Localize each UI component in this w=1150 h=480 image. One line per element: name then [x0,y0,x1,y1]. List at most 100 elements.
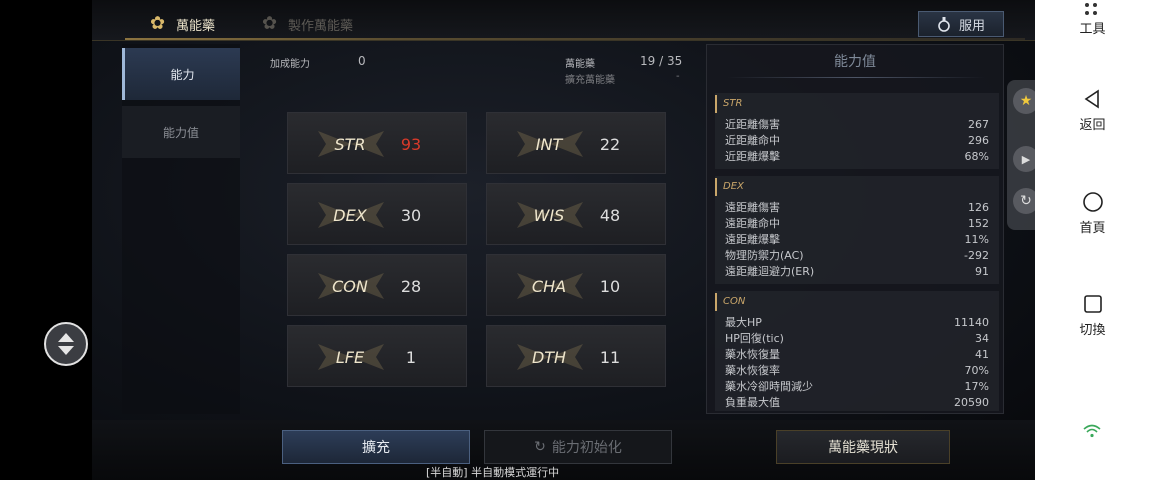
stat-row: 藥水恢復率 70% [715,363,999,379]
floating-scroll-button[interactable] [44,322,88,366]
tab-craft-label: 製作萬能藥 [288,18,354,34]
menu-dots-icon [1084,3,1097,15]
stat-row-value: 152 [968,217,989,230]
stat-name: DTH [531,347,567,367]
section-str: STR 近距離傷害 267 近距離命中 296 近距離爆擊 68% [715,93,999,169]
elixir-status-button[interactable]: 萬能藥現狀 [776,430,950,464]
stat-box-wis[interactable]: WIS 48 [486,183,666,245]
refresh-icon[interactable]: ↻ [1013,188,1035,214]
section-dex: DEX 遠距離傷害 126 遠距離命中 152 遠距離爆擊 11% 物理防禦力(AC)… [715,176,999,284]
left-black-strip [0,0,92,480]
nav-switch[interactable]: 切換 [1035,293,1150,338]
stat-row: 近距離命中 296 [715,133,999,149]
use-button[interactable]: 服用 [918,11,1004,37]
recents-square-icon [1083,295,1102,313]
stat-row-value: 68% [964,150,989,163]
bonus-value: 0 [358,54,366,68]
stat-row-label: 負重最大值 [725,396,780,409]
sidebar-item-label: 能力 [170,67,195,82]
stat-box-lfe[interactable]: LFE 1 [287,325,467,387]
stat-value: 28 [400,276,422,296]
nav-home[interactable]: 首頁 [1035,191,1150,236]
stat-row-label: 遠距離迴避力(ER) [725,265,815,278]
up-down-arrows-icon [58,333,74,355]
tab-elixir-label: 萬能藥 [176,18,216,34]
stat-row-label: 藥水恢復率 [725,364,780,377]
stat-row-value: -292 [964,249,989,262]
use-button-label: 服用 [958,18,985,34]
stat-row-value: 11% [964,233,989,246]
play-icon[interactable]: ▶ [1013,146,1035,172]
stat-name: CHA [531,276,567,296]
stat-row-label: 近距離命中 [725,134,780,147]
stat-box-dex[interactable]: DEX 30 [287,183,467,245]
stat-row-value: 296 [968,134,989,147]
stat-row-value: 17% [964,380,989,393]
stat-value: 22 [599,134,621,154]
wifi-icon [1083,424,1101,438]
elixir-crown-icon: ✿ [150,13,166,34]
stat-row-value: 70% [964,364,989,377]
section-header: CON [715,293,999,311]
stat-row-label: 藥水冷卻時間減少 [725,380,813,393]
stat-row: 遠距離迴避力(ER) 91 [715,264,999,280]
stat-row-label: 遠距離傷害 [725,201,780,214]
stat-row-label: HP回復(tic) [725,332,784,345]
sidebar-item-label: 能力值 [162,125,199,140]
stat-row-value: 11140 [954,316,989,329]
stat-row-label: 物理防禦力(AC) [725,249,804,262]
tab-underline [125,38,1025,40]
top-bar [92,0,1035,41]
stat-name: WIS [533,205,565,225]
sidebar: 能力 能力值 [122,44,240,414]
nav-tools[interactable]: 工具 [1035,0,1150,37]
stat-row: 遠距離爆擊 11% [715,232,999,248]
sidebar-item-ability[interactable]: 能力 [122,48,240,100]
nav-home-label: 首頁 [1079,221,1106,236]
stat-row: 負重最大值 20590 [715,395,999,411]
reset-icon: ↻ [534,439,546,455]
stat-value: 30 [400,205,422,225]
status-button-label: 萬能藥現狀 [828,440,898,456]
stat-row: 近距離爆擊 68% [715,149,999,165]
tab-craft-elixir[interactable]: ✿ 製作萬能藥 [262,12,353,36]
stat-name: INT [535,134,563,154]
stat-row-label: 遠距離命中 [725,217,780,230]
stat-row: HP回復(tic) 34 [715,331,999,347]
bonus-label: 加成能力 [270,59,310,70]
stat-row-label: 近距離爆擊 [725,150,780,163]
elixir-count-value: 19 / 35 [640,54,683,68]
game-screen: ✿ 萬能藥 ✿ 製作萬能藥 服用 能力 能力值 加成能力 0 萬能藥 19 / … [0,0,1035,480]
stat-value: 11 [599,347,621,367]
star-icon[interactable]: ★ [1013,88,1035,114]
sidebar-item-ability-values[interactable]: 能力值 [122,106,240,158]
stat-row: 藥水冷卻時間減少 17% [715,379,999,395]
side-quick-icons: ★ ▶ ↻ [1007,80,1035,230]
stat-box-dth[interactable]: DTH 11 [486,325,666,387]
stat-row-value: 20590 [954,396,989,409]
nav-back[interactable]: 返回 [1035,88,1150,133]
nav-switch-label: 切換 [1079,323,1106,338]
stat-row-label: 藥水恢復量 [725,348,780,361]
stat-value: 1 [405,347,417,367]
reset-ability-button[interactable]: ↻ 能力初始化 [484,430,672,464]
stat-row-value: 126 [968,201,989,214]
ability-panel-title: 能力值 [834,54,876,70]
section-con: CON 最大HP 11140 HP回復(tic) 34 藥水恢復量 41 藥水恢復率 7… [715,291,999,411]
title-divider [727,77,985,78]
stat-name: CON [332,276,368,296]
stat-name: DEX [333,205,367,225]
section-header: DEX [715,178,999,196]
stat-box-con[interactable]: CON 28 [287,254,467,316]
tab-elixir[interactable]: ✿ 萬能藥 [150,12,215,36]
stat-box-str[interactable]: STR 93 [287,112,467,174]
expand-button[interactable]: 擴充 [282,430,470,464]
stat-row-value: 91 [975,265,989,278]
craft-crown-icon: ✿ [262,13,278,34]
stat-row-label: 最大HP [725,316,762,329]
stat-box-int[interactable]: INT 22 [486,112,666,174]
stat-row: 最大HP 11140 [715,315,999,331]
stat-box-cha[interactable]: CHA 10 [486,254,666,316]
reset-button-label: 能力初始化 [551,440,622,456]
stat-name: STR [334,134,366,154]
